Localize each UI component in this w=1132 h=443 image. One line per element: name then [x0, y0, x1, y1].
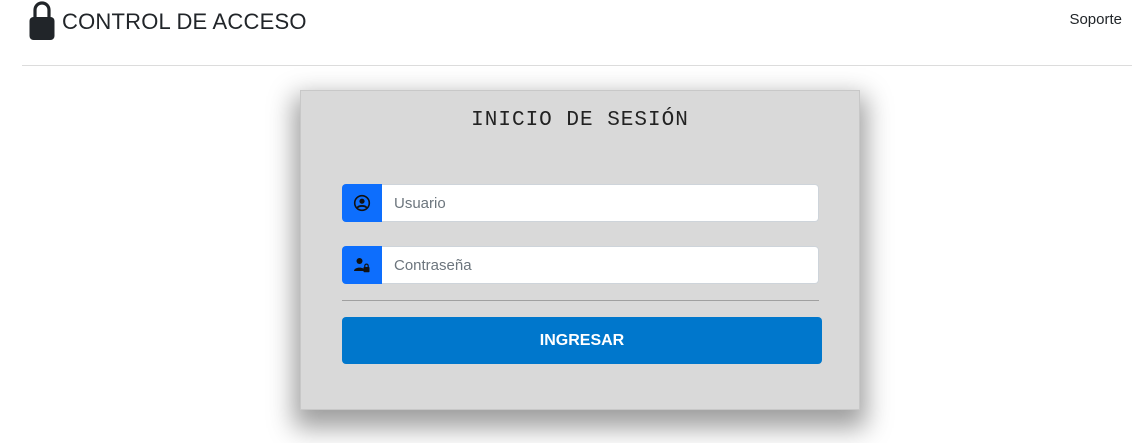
login-card: INICIO DE SESIÓN INGRESAR	[300, 90, 860, 410]
brand-title: CONTROL DE ACCESO	[62, 9, 307, 34]
username-input-group	[342, 184, 819, 222]
username-input[interactable]	[382, 184, 819, 222]
password-input-group	[342, 246, 819, 284]
lock-icon	[29, 1, 55, 40]
username-addon	[342, 184, 382, 222]
password-addon	[342, 246, 382, 284]
user-circle-icon	[353, 194, 371, 212]
password-input[interactable]	[382, 246, 819, 284]
header-divider	[22, 65, 1132, 66]
form-divider	[342, 300, 819, 301]
ingresar-button[interactable]: INGRESAR	[342, 317, 822, 364]
support-link[interactable]: Soporte	[1069, 11, 1122, 28]
login-title: INICIO DE SESIÓN	[471, 109, 689, 132]
brand[interactable]: CONTROL DE ACCESO	[28, 0, 307, 42]
navbar: CONTROL DE ACCESO Soporte	[0, 0, 1132, 42]
user-lock-icon	[354, 258, 370, 273]
